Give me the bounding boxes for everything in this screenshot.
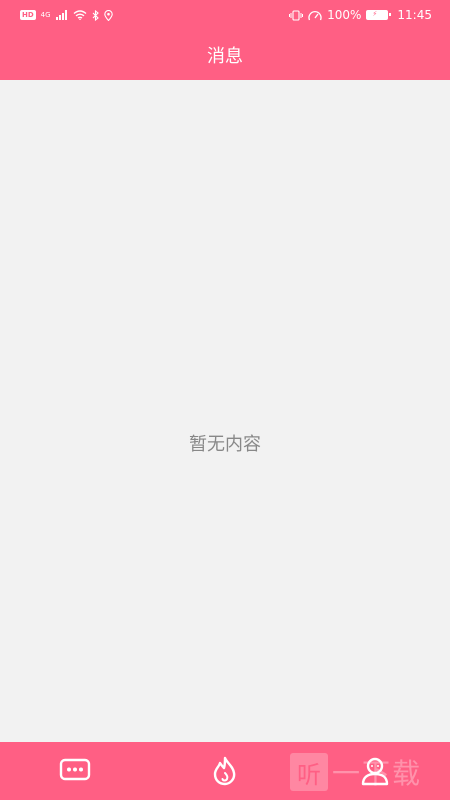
tab-messages[interactable] bbox=[58, 754, 92, 788]
watermark: 听 一下载 bbox=[290, 752, 422, 792]
tab-hot[interactable] bbox=[208, 754, 242, 788]
hd-badge: HD bbox=[20, 10, 36, 20]
empty-state-text: 暂无内容 bbox=[189, 434, 261, 455]
messages-screen: HD 4G 100% ⚡ 11:45 消息 暂无内容 听 一下载 bbox=[0, 0, 450, 800]
battery-percent: 100% bbox=[327, 8, 362, 22]
chat-bubble-icon bbox=[59, 758, 91, 781]
status-bar: HD 4G 100% ⚡ 11:45 bbox=[0, 0, 450, 30]
status-right: 100% ⚡ 11:45 bbox=[289, 8, 432, 22]
vibrate-icon bbox=[289, 9, 304, 21]
network-type: 4G bbox=[40, 11, 51, 19]
signal-icon bbox=[55, 10, 67, 20]
location-icon bbox=[103, 9, 113, 21]
battery-icon: ⚡ bbox=[366, 10, 392, 20]
bluetooth-icon bbox=[92, 9, 99, 21]
status-time: 11:45 bbox=[397, 8, 432, 22]
flame-icon bbox=[213, 756, 236, 786]
title-row: 消息 bbox=[0, 30, 450, 80]
watermark-text: 一下载 bbox=[332, 757, 423, 790]
page-title: 消息 bbox=[207, 46, 243, 67]
watermark-logo: 听 bbox=[290, 753, 328, 791]
wifi-icon bbox=[73, 10, 87, 20]
status-left: HD 4G bbox=[20, 9, 113, 21]
speedometer-icon bbox=[308, 10, 322, 20]
top-bar: HD 4G 100% ⚡ 11:45 消息 bbox=[0, 0, 450, 80]
